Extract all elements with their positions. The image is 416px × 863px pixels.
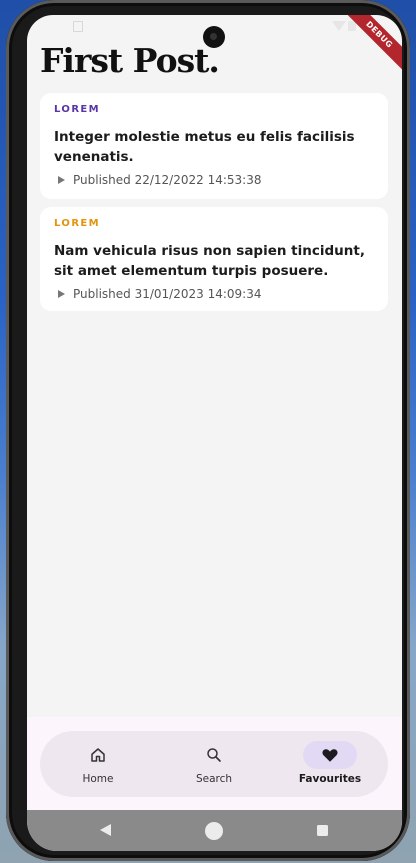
play-icon <box>58 176 65 184</box>
nav-label-search: Search <box>195 773 233 785</box>
heart-icon <box>322 749 338 762</box>
wifi-icon <box>332 21 346 31</box>
nav-label-home: Home <box>82 773 114 785</box>
post-category: LOREM <box>54 218 100 229</box>
device-frame: DEBUG First Post. LOREM Integer molestie… <box>6 0 410 861</box>
system-navigation-bar <box>27 810 402 851</box>
post-card[interactable]: LOREM Nam vehicula risus non sapien tinc… <box>40 207 388 311</box>
app-screen: DEBUG First Post. LOREM Integer molestie… <box>27 15 402 851</box>
page-title: First Post. <box>40 41 220 80</box>
status-bar <box>27 15 402 48</box>
nav-item-home[interactable]: Home <box>48 741 148 791</box>
post-category: LOREM <box>54 104 100 115</box>
post-published-date: Published 31/01/2023 14:09:34 <box>73 287 262 301</box>
post-published-date: Published 22/12/2022 14:53:38 <box>73 173 262 187</box>
bottom-navigation: Home Search Favourites <box>27 717 402 810</box>
notification-icon <box>73 21 83 32</box>
post-meta: Published 22/12/2022 14:53:38 <box>58 173 261 187</box>
play-icon <box>58 290 65 298</box>
home-icon <box>91 748 105 762</box>
nav-icon-container <box>187 741 241 769</box>
nav-icon-container <box>71 741 125 769</box>
nav-label-favourites: Favourites <box>298 773 362 785</box>
post-card[interactable]: LOREM Integer molestie metus eu felis fa… <box>40 93 388 199</box>
post-title: Nam vehicula risus non sapien tincidunt,… <box>54 243 365 279</box>
back-icon[interactable] <box>100 824 111 836</box>
bottom-navigation-bar: Home Search Favourites <box>40 731 388 797</box>
nav-item-search[interactable]: Search <box>164 741 264 791</box>
recent-apps-icon[interactable] <box>317 825 328 836</box>
search-icon <box>207 748 221 762</box>
nav-item-favourites[interactable]: Favourites <box>280 741 380 791</box>
post-title: Integer molestie metus eu felis facilisi… <box>54 129 355 165</box>
home-button-icon[interactable] <box>205 822 223 840</box>
nav-icon-container-selected <box>303 741 357 769</box>
post-meta: Published 31/01/2023 14:09:34 <box>58 287 261 301</box>
